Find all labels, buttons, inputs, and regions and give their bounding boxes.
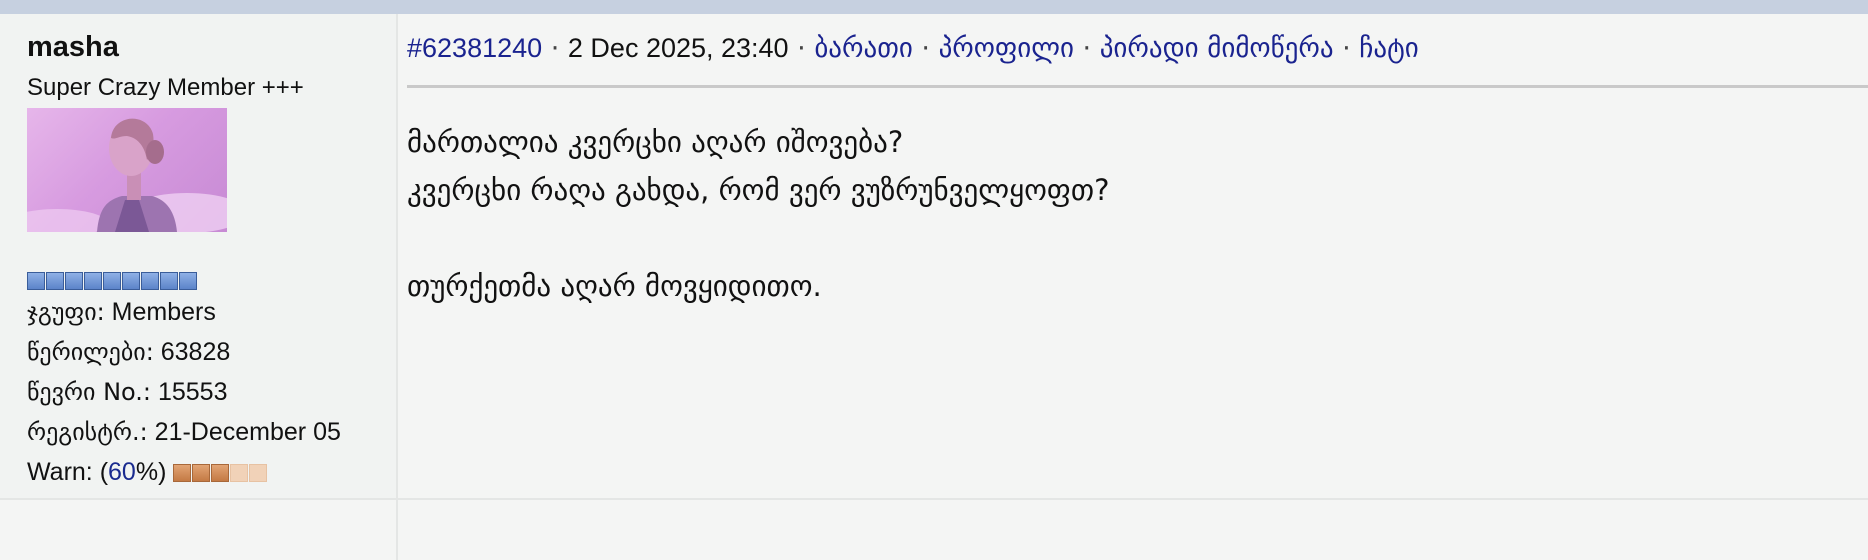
post-body-line: კვერცხი რაღა გახდა, რომ ვერ ვუზრუნველყოფ… xyxy=(407,173,1110,207)
rank-pip xyxy=(27,272,45,290)
rank-pip xyxy=(84,272,102,290)
chat-link[interactable]: ჩატი xyxy=(1359,33,1418,64)
rank-pip xyxy=(122,272,140,290)
stat-group-value: Members xyxy=(111,298,216,326)
stat-member-no-label: წევრი No.: xyxy=(27,378,151,406)
stat-posts: წერილები: 63828 xyxy=(27,332,396,372)
stat-registered-value: 21-December 05 xyxy=(154,418,341,446)
stat-posts-label: წერილები: xyxy=(27,338,154,366)
rank-pip xyxy=(179,272,197,290)
post-body-line xyxy=(407,214,1868,262)
separator: · xyxy=(912,33,939,64)
rank-pip xyxy=(46,272,64,290)
warn-percent-link[interactable]: 60 xyxy=(108,458,136,486)
stat-registered-label: რეგისტრ.: xyxy=(27,418,148,446)
post-header: #62381240 · 2 Dec 2025, 23:40 · ბარათი ·… xyxy=(407,30,1868,66)
stat-member-no: წევრი No.: 15553 xyxy=(27,372,396,412)
warn-suffix: %) xyxy=(135,458,167,486)
separator: · xyxy=(542,33,568,64)
warn-level-pips xyxy=(173,458,268,486)
private-message-link[interactable]: პირადი მიმოწერა xyxy=(1100,33,1334,64)
warn-pip xyxy=(211,464,230,482)
rank-pip xyxy=(65,272,83,290)
warn-pip xyxy=(173,464,192,482)
stat-posts-value: 63828 xyxy=(160,338,231,366)
warn-pip xyxy=(192,464,211,482)
rank-pip xyxy=(160,272,178,290)
stat-registered: რეგისტრ.: 21-December 05 xyxy=(27,412,396,452)
author-sidebar: masha Super Crazy Member +++ ჯგუფი: Memb… xyxy=(0,14,398,498)
author-username[interactable]: masha xyxy=(27,30,396,64)
post-id-link[interactable]: #62381240 xyxy=(407,33,542,63)
stat-member-no-value: 15553 xyxy=(157,378,228,406)
separator: · xyxy=(1333,33,1360,64)
warn-label: Warn: ( xyxy=(27,458,109,486)
top-bar xyxy=(0,0,1868,14)
post-footer-row xyxy=(0,498,1868,560)
rank-pip xyxy=(141,272,159,290)
post-body: მართალია კვერცხი აღარ იშოვება? კვერცხი რ… xyxy=(407,118,1868,310)
rank-pips xyxy=(27,272,396,292)
profile-link[interactable]: პროფილი xyxy=(939,33,1074,64)
separator: · xyxy=(1073,33,1100,64)
post-footer-left xyxy=(0,500,398,560)
post-content: #62381240 · 2 Dec 2025, 23:40 · ბარათი ·… xyxy=(407,14,1868,498)
warn-pip xyxy=(249,464,268,482)
separator: · xyxy=(788,33,815,64)
author-rank: Super Crazy Member +++ xyxy=(27,74,304,101)
rank-pip xyxy=(103,272,121,290)
post-body-line: მართალია კვერცხი აღარ იშოვება? xyxy=(407,125,904,159)
stat-group: ჯგუფი: Members xyxy=(27,292,396,332)
card-link[interactable]: ბარათი xyxy=(814,33,912,64)
avatar[interactable] xyxy=(27,108,227,232)
warn-pip xyxy=(230,464,249,482)
stat-group-label: ჯგუფი: xyxy=(27,298,105,326)
stat-warn: Warn: (60%) xyxy=(27,452,396,492)
header-divider xyxy=(407,85,1868,88)
post-date: 2 Dec 2025, 23:40 xyxy=(567,33,789,63)
post-body-line: თურქეთმა აღარ მოვყიდითო. xyxy=(407,269,822,303)
